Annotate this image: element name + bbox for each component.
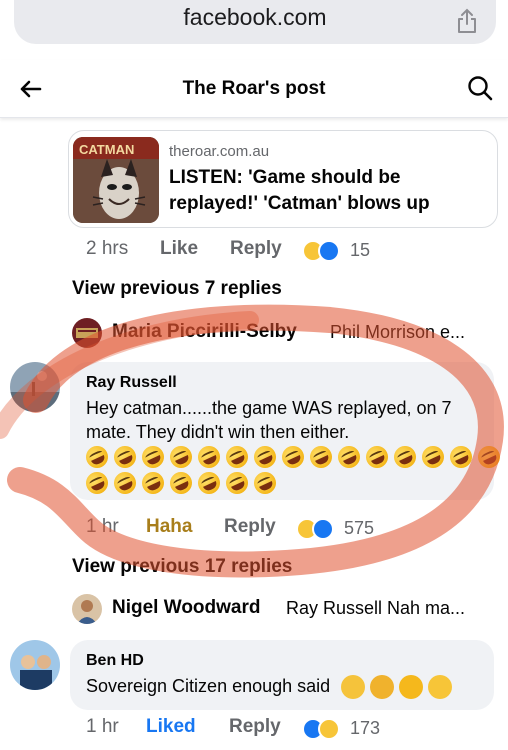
- comment-action-row: 1 hr Haha Reply 575: [86, 516, 486, 544]
- address-bar[interactable]: facebook.com: [14, 0, 496, 44]
- reply-summary-row[interactable]: Nigel Woodward Ray Russell Nah ma...: [72, 594, 508, 624]
- comment-text-content: Sovereign Citizen enough said: [86, 676, 331, 696]
- rofl-emoji-icon: [306, 442, 336, 472]
- reply-button[interactable]: Reply: [230, 238, 282, 260]
- like-icon: [318, 240, 340, 262]
- comment-text: Sovereign Citizen enough said: [86, 674, 486, 700]
- eye-roll-emoji-icon: [341, 675, 366, 700]
- liked-button[interactable]: Liked: [146, 716, 196, 738]
- rofl-emoji-icon: [474, 442, 504, 472]
- rofl-emoji-icon: [334, 442, 364, 472]
- comment-text: Hey catman......the game WAS replayed, o…: [86, 398, 452, 442]
- thumbnail-text: CATMAN: [79, 142, 134, 157]
- article-thumbnail: CATMAN: [73, 137, 159, 223]
- rofl-emoji-icon: [166, 442, 196, 472]
- timestamp: 2 hrs: [86, 238, 129, 259]
- emoji-row: [82, 468, 282, 498]
- post-header: The Roar's post: [0, 60, 508, 118]
- reaction-icons[interactable]: [302, 718, 342, 742]
- reaction-icons[interactable]: [302, 240, 342, 264]
- rofl-emoji-icon: [362, 442, 392, 472]
- avatar[interactable]: [10, 640, 60, 690]
- rofl-emoji-icon: [418, 442, 448, 472]
- reply-author-name[interactable]: Nigel Woodward: [112, 597, 260, 619]
- haha-icon: [318, 718, 340, 740]
- link-title[interactable]: LISTEN: 'Game should be replayed!' 'Catm…: [169, 165, 489, 217]
- share-icon[interactable]: [456, 8, 478, 34]
- rofl-emoji-icon: [110, 442, 140, 472]
- rofl-emoji-icon: [166, 468, 196, 498]
- rofl-emoji-icon: [194, 442, 224, 472]
- browser-chrome: facebook.com: [0, 0, 508, 56]
- page-title: The Roar's post: [182, 78, 326, 99]
- rofl-emoji-icon: [82, 468, 112, 498]
- comment-author-name[interactable]: Ray Russell: [86, 374, 177, 392]
- haha-reaction-button[interactable]: Haha: [146, 516, 192, 538]
- rofl-emoji-icon: [138, 468, 168, 498]
- rofl-emoji-icon: [82, 442, 112, 472]
- rofl-emoji-icon: [138, 442, 168, 472]
- rofl-emoji-icon: [110, 468, 140, 498]
- rofl-emoji-icon: [390, 442, 420, 472]
- comment-bubble[interactable]: Ray Russell Hey catman......the game WAS…: [70, 362, 504, 500]
- search-icon[interactable]: [466, 74, 494, 102]
- url-text: facebook.com: [183, 4, 327, 30]
- view-previous-replies-link[interactable]: View previous 7 replies: [72, 278, 282, 300]
- comment-bubble[interactable]: Ben HD Sovereign Citizen enough said: [70, 640, 494, 710]
- reaction-count: 15: [350, 240, 371, 260]
- rofl-emoji-icon: [446, 442, 476, 472]
- reply-snippet: Ray Russell Nah ma...: [286, 598, 466, 618]
- link-preview-card[interactable]: CATMAN theroar.com.au LISTEN: 'Game shou…: [68, 130, 498, 228]
- rofl-emoji-icon: [222, 468, 252, 498]
- joy-emoji-icon: [428, 675, 453, 700]
- reply-summary-row[interactable]: Maria Piccirilli-Selby Phil Morrison e..…: [72, 318, 508, 348]
- reaction-count: 575: [344, 518, 375, 538]
- rofl-emoji-icon: [194, 468, 224, 498]
- reply-button[interactable]: Reply: [224, 516, 276, 538]
- emoji-row: [82, 442, 506, 472]
- avatar: [72, 318, 102, 348]
- rofl-emoji-icon: [250, 468, 280, 498]
- like-icon: [312, 518, 334, 540]
- comment-action-row: 2 hrs Like Reply 15: [86, 238, 486, 266]
- comment-action-row: 1 hr Liked Reply 173: [86, 716, 486, 744]
- rofl-emoji-icon: [250, 442, 280, 472]
- avatar[interactable]: [10, 362, 60, 412]
- kissing-emoji-icon: [370, 675, 395, 700]
- view-previous-replies-link[interactable]: View previous 17 replies: [72, 556, 292, 578]
- reaction-count: 173: [350, 718, 381, 738]
- link-domain: theroar.com.au: [169, 143, 270, 160]
- reply-snippet: Phil Morrison e...: [330, 322, 466, 342]
- reply-button[interactable]: Reply: [229, 716, 281, 738]
- like-button[interactable]: Like: [160, 238, 198, 260]
- reply-author-name[interactable]: Maria Piccirilli-Selby: [112, 321, 297, 343]
- timestamp: 1 hr: [86, 716, 119, 737]
- rofl-emoji-icon: [278, 442, 308, 472]
- rofl-emoji-icon: [222, 442, 252, 472]
- timestamp: 1 hr: [86, 516, 119, 537]
- avatar: [72, 594, 102, 624]
- reaction-icons[interactable]: [296, 518, 336, 542]
- comment-author-name[interactable]: Ben HD: [86, 652, 144, 670]
- rofl-emoji-icon: [399, 675, 424, 700]
